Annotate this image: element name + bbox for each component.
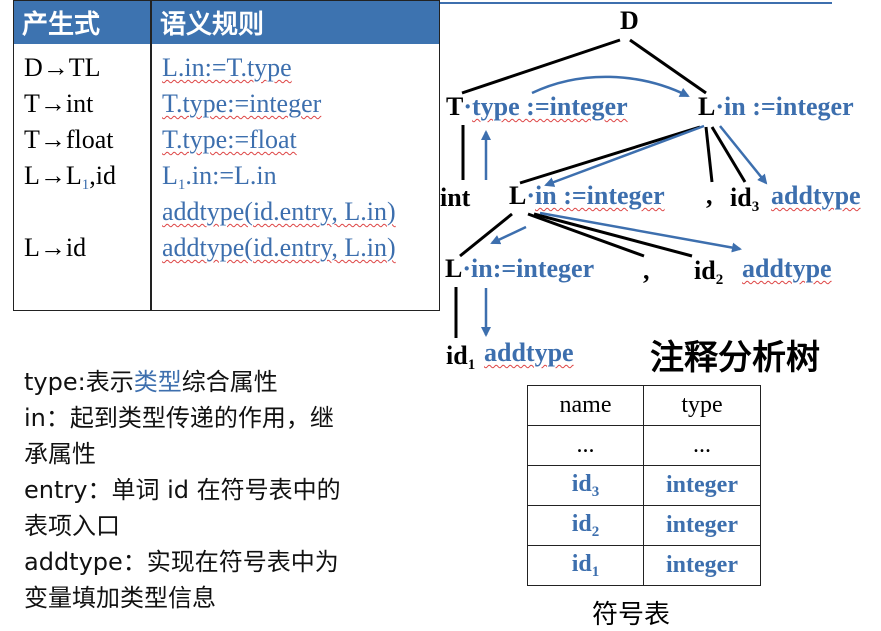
- tree-node-id1: id1: [446, 341, 476, 373]
- edge-L-comma1: [704, 126, 714, 183]
- table-row: ... ...: [527, 425, 761, 466]
- tree-title: 注释分析树: [650, 338, 820, 378]
- symbol-type-cell: integer: [643, 465, 761, 506]
- tree-node-L3: L·in:=integer: [445, 254, 595, 283]
- edge-D-L: [629, 38, 707, 95]
- note-addtype: addtype：实现在符号表中为: [24, 548, 339, 576]
- symbol-name-cell: id1: [527, 545, 644, 586]
- table-row: id1 integer: [527, 545, 761, 586]
- symbol-type-cell: integer: [643, 505, 761, 546]
- tree-node-id2: id2: [694, 256, 724, 288]
- tree-node-T: T·type :=integer: [446, 92, 628, 121]
- tree-node-comma2: ,: [643, 256, 650, 285]
- symbol-table-caption: 符号表: [592, 600, 671, 630]
- symbol-type-cell: ...: [643, 425, 761, 466]
- arrow-L2-to-L3: [490, 225, 527, 245]
- symbol-table-header-name: name: [527, 385, 644, 426]
- arrow-L-to-L2: [544, 124, 705, 187]
- tree-node-id2-addtype: addtype: [742, 254, 832, 283]
- tree-node-id3: id3: [730, 183, 760, 215]
- edge-D-T: [461, 38, 621, 95]
- symbol-table-header-row: name type: [527, 385, 761, 426]
- note-entry-cont: 表项入口: [24, 512, 120, 540]
- tree-node-comma1: ,: [706, 181, 713, 210]
- symbol-table-header-type: type: [643, 385, 761, 426]
- note-in: in：起到类型传递的作用，继: [24, 404, 334, 432]
- edge-L2-L3: [459, 212, 513, 258]
- note-entry: entry：单词 id 在符号表中的: [24, 476, 341, 504]
- tree-node-id1-addtype: addtype: [484, 338, 574, 367]
- tree-node-int: int: [440, 183, 471, 212]
- tree-node-L2: L·in :=integer: [509, 181, 665, 210]
- symbol-name-cell: id3: [527, 465, 644, 506]
- tree-node-id3-addtype: addtype: [771, 181, 861, 210]
- symbol-type-cell: integer: [643, 545, 761, 586]
- tree-node-root-D: D: [620, 6, 639, 35]
- note-in-cont: 承属性: [24, 440, 96, 468]
- note-addtype-cont: 变量填加类型信息: [24, 584, 216, 612]
- symbol-table: name type ... ... id3 integer id2 intege…: [527, 385, 761, 586]
- edge-L-L2: [519, 125, 701, 185]
- table-row: id3 integer: [527, 465, 761, 506]
- note-type: type:表示类型综合属性: [24, 368, 278, 396]
- symbol-name-cell: ...: [527, 425, 644, 466]
- symbol-name-cell: id2: [527, 505, 644, 546]
- tree-node-L: L·in :=integer: [698, 92, 854, 121]
- table-row: id2 integer: [527, 505, 761, 546]
